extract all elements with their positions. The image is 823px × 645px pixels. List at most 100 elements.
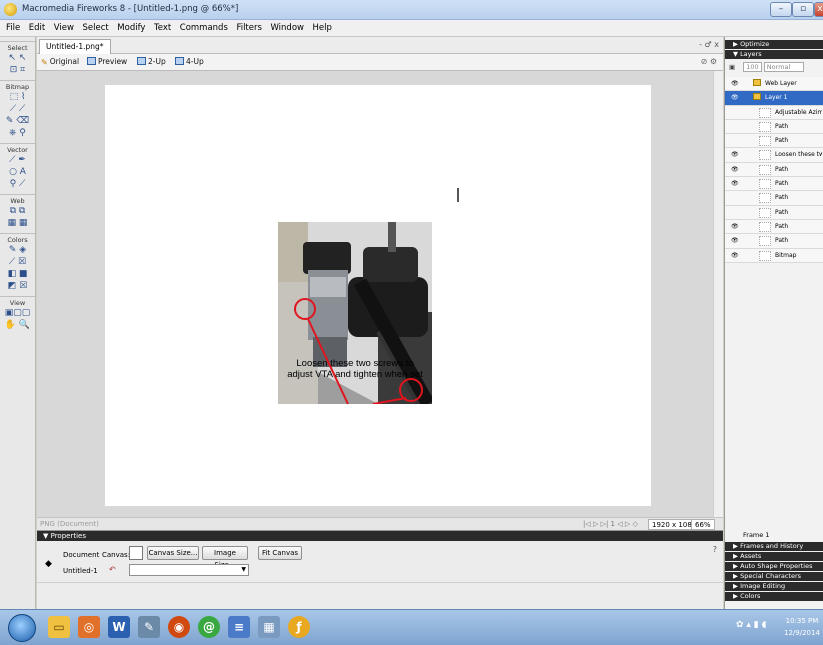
- ellipse-text-tool-icon[interactable]: ○ A: [0, 166, 35, 178]
- preview-view-button[interactable]: Preview: [87, 57, 127, 66]
- tool-icon[interactable]: ✎: [138, 616, 160, 638]
- image-caption[interactable]: Loosen these two screws to adjust VTA an…: [260, 358, 450, 380]
- layer-row[interactable]: 👁 Bitmap: [725, 248, 823, 263]
- layer-row[interactable]: Path: [725, 191, 823, 206]
- pointer-tool-icon[interactable]: ↖ ↖: [0, 52, 35, 64]
- menu-help[interactable]: Help: [310, 20, 335, 33]
- layer-name: Web Layer: [765, 80, 797, 87]
- image-editing-panel-header[interactable]: ▶ Image Editing: [725, 582, 823, 591]
- canvas-color-swatch[interactable]: [129, 546, 143, 560]
- menu-file[interactable]: File: [3, 20, 23, 33]
- document-window-controls[interactable]: - ♂ x: [699, 40, 719, 49]
- eye-icon[interactable]: 👁: [731, 166, 739, 173]
- document-app-icon[interactable]: ≡: [228, 616, 250, 638]
- default-colors-icon[interactable]: ◩ ☒: [0, 280, 35, 292]
- two-up-icon: [137, 57, 146, 65]
- freeform-tool-icon[interactable]: ⚲ ⟋: [0, 178, 35, 190]
- document-status-bar: PNG (Document) |◁ ▷ ▷| 1 ◁ ▷ ◇ 1920 x 10…: [37, 517, 723, 530]
- menu-commands[interactable]: Commands: [177, 20, 231, 33]
- layer-row[interactable]: Path: [725, 205, 823, 220]
- menu-modify[interactable]: Modify: [114, 20, 148, 33]
- layer-row[interactable]: 👁 Path: [725, 219, 823, 235]
- start-button[interactable]: [8, 614, 36, 642]
- screen-mode-icon[interactable]: ▣▢▢: [0, 307, 35, 319]
- optimize-panel-header[interactable]: ▶ Optimize: [725, 40, 823, 49]
- layer-row[interactable]: 👁 Path: [725, 162, 823, 178]
- slice-tool-icon[interactable]: ▦ ▦: [0, 217, 35, 229]
- fill-color-icon[interactable]: ⟋ ☒: [0, 256, 35, 268]
- document-canvas[interactable]: Loosen these two screws to adjust VTA an…: [105, 85, 651, 506]
- layer-row[interactable]: 👁 Path: [725, 234, 823, 249]
- hand-zoom-tool-icon[interactable]: ✋ 🔍: [0, 319, 35, 331]
- frame-controls[interactable]: |◁ ▷ ▷| 1 ◁ ▷ ◇: [583, 520, 638, 528]
- minimize-button[interactable]: –: [770, 2, 792, 17]
- layer-row[interactable]: 👁 Path: [725, 177, 823, 192]
- colors-panel-header[interactable]: ▶ Colors: [725, 592, 823, 601]
- canvas-size-button[interactable]: Canvas Size...: [147, 546, 199, 560]
- eye-icon[interactable]: 👁: [731, 237, 739, 244]
- undo-icon[interactable]: ↶: [109, 565, 116, 574]
- explorer-icon[interactable]: ▭: [48, 616, 70, 638]
- layer-row[interactable]: Path: [725, 134, 823, 149]
- firefox-icon[interactable]: ◉: [168, 616, 190, 638]
- fireworks-taskbar-icon[interactable]: ƒ: [288, 616, 310, 638]
- special-characters-panel-header[interactable]: ▶ Special Characters: [725, 572, 823, 581]
- auto-shape-panel-header[interactable]: ▶ Auto Shape Properties: [725, 562, 823, 571]
- close-button[interactable]: x: [814, 2, 823, 17]
- zoom-level-select[interactable]: 66%: [691, 519, 715, 530]
- layer-row[interactable]: Adjustable Azimut...: [725, 105, 823, 120]
- layer-row[interactable]: 👁 Loosen these two ...: [725, 148, 823, 163]
- layers-panel-header[interactable]: ▼ Layers: [725, 50, 823, 59]
- view-options-icon[interactable]: ⊘ ⚙: [701, 57, 717, 66]
- layer-name: Path: [775, 237, 789, 245]
- stroke-color-icon[interactable]: ✎ ◈: [0, 244, 35, 256]
- menu-select[interactable]: Select: [80, 20, 112, 33]
- image-size-button[interactable]: Image Size...: [202, 546, 248, 569]
- vertical-scrollbar[interactable]: [713, 71, 723, 517]
- eye-icon[interactable]: 👁: [731, 252, 739, 259]
- frames-history-panel-header[interactable]: ▶ Frames and History: [725, 542, 823, 551]
- line-tool-icon[interactable]: ⟋ ✒: [0, 154, 35, 166]
- layer-lock-icon[interactable]: ▣: [729, 63, 735, 71]
- clock[interactable]: 10:35 PM 12/9/2014: [784, 615, 820, 639]
- calculator-icon[interactable]: ▦: [258, 616, 280, 638]
- help-icon[interactable]: ?: [713, 545, 717, 554]
- eye-icon[interactable]: 👁: [731, 223, 739, 230]
- magic-wand-icon[interactable]: ⟋ ⟋: [0, 103, 35, 115]
- fit-canvas-button[interactable]: Fit Canvas: [258, 546, 302, 560]
- crop-tool-icon[interactable]: ⊡ ⌗: [0, 64, 35, 76]
- layer-row[interactable]: 👁 Web Layer: [725, 77, 823, 92]
- menu-edit[interactable]: Edit: [26, 20, 48, 33]
- opacity-field[interactable]: 100: [743, 62, 762, 72]
- brush-tool-icon[interactable]: ✎ ⌫: [0, 115, 35, 127]
- orange-app-icon[interactable]: ◎: [78, 616, 100, 638]
- eye-icon[interactable]: 👁: [731, 94, 739, 101]
- document-dropdown[interactable]: ▼: [129, 564, 249, 576]
- layer-name: Layer 1: [765, 94, 788, 102]
- original-view-button[interactable]: ✎ Original: [41, 57, 79, 67]
- rubber-stamp-icon[interactable]: ⎈ ⚲: [0, 127, 35, 139]
- hotspot-tool-icon[interactable]: ⧉ ⧉: [0, 205, 35, 217]
- document-tab[interactable]: Untitled-1.png*: [39, 39, 111, 54]
- four-up-view-button[interactable]: 4-Up: [175, 57, 204, 66]
- swap-colors-icon[interactable]: ◧ ■: [0, 268, 35, 280]
- layer-row[interactable]: 👁 Layer 1: [725, 91, 823, 106]
- green-app-icon[interactable]: @: [198, 616, 220, 638]
- frame-indicator[interactable]: Frame 1: [725, 531, 823, 541]
- restore-button[interactable]: ▫: [792, 2, 814, 17]
- layer-row[interactable]: Path: [725, 119, 823, 135]
- marquee-tool-icon[interactable]: ⬚ ⌇: [0, 91, 35, 103]
- assets-panel-header[interactable]: ▶ Assets: [725, 552, 823, 561]
- menu-view[interactable]: View: [51, 20, 77, 33]
- menu-filters[interactable]: Filters: [233, 20, 264, 33]
- two-up-view-button[interactable]: 2-Up: [137, 57, 166, 66]
- eye-icon[interactable]: 👁: [731, 180, 739, 187]
- eye-icon[interactable]: 👁: [731, 80, 739, 87]
- menu-text[interactable]: Text: [151, 20, 174, 33]
- properties-header[interactable]: ▼ Properties: [37, 531, 723, 541]
- blend-mode-select[interactable]: Normal: [763, 62, 804, 72]
- eye-icon[interactable]: 👁: [731, 151, 739, 158]
- menu-window[interactable]: Window: [267, 20, 307, 33]
- system-tray-icons[interactable]: ✿ ▴ ▮ ◖: [736, 620, 766, 630]
- word-icon[interactable]: W: [108, 616, 130, 638]
